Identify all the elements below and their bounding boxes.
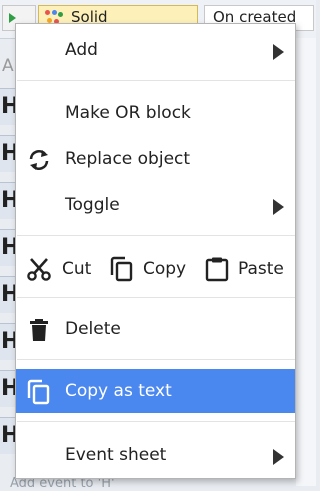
menu-item-label: Delete	[65, 319, 121, 339]
copy-icon	[26, 379, 52, 405]
menu-separator	[17, 359, 295, 360]
play-icon	[9, 13, 16, 23]
menu-item-label: Make OR block	[65, 103, 191, 123]
sync-icon	[26, 147, 52, 173]
menu-item-toggle[interactable]: Toggle	[16, 183, 295, 227]
menu-item-label: Copy as text	[65, 381, 172, 401]
cut-label: Cut	[62, 259, 92, 279]
submenu-arrow-icon	[273, 44, 284, 60]
menu-item-replace-object[interactable]: Replace object	[16, 137, 295, 181]
menu-item-label: Toggle	[65, 195, 120, 215]
menu-item-add[interactable]: Add	[16, 28, 295, 72]
copy-button[interactable]: Copy	[109, 245, 195, 293]
menu-item-delete[interactable]: Delete	[16, 307, 295, 351]
cut-button[interactable]: Cut	[26, 245, 102, 293]
menu-item-label: Replace object	[65, 149, 191, 169]
menu-item-copy-as-text[interactable]: Copy as text	[16, 369, 295, 413]
context-menu: Add Make OR block Replace object Toggle	[15, 23, 296, 479]
clipboard-icon	[204, 256, 230, 282]
partial-letter: A	[2, 56, 14, 76]
menu-separator	[17, 80, 295, 81]
menu-item-label: Event sheet	[65, 445, 167, 465]
menu-item-label: Add	[65, 40, 98, 60]
paste-label: Paste	[238, 259, 284, 279]
menu-separator	[17, 235, 295, 236]
copy-label: Copy	[143, 259, 187, 279]
paste-button[interactable]: Paste	[204, 245, 294, 293]
menu-separator	[17, 297, 295, 298]
scissors-icon	[26, 256, 52, 282]
trash-icon	[26, 317, 52, 343]
submenu-arrow-icon	[273, 449, 284, 465]
edit-actions-row: Cut Copy Paste	[16, 245, 295, 293]
menu-item-event-sheet[interactable]: Event sheet	[16, 433, 295, 477]
copy-icon	[109, 256, 135, 282]
scroll-strip	[296, 38, 316, 486]
submenu-arrow-icon	[273, 199, 284, 215]
menu-separator	[17, 421, 295, 422]
menu-item-make-or-block[interactable]: Make OR block	[16, 91, 295, 135]
